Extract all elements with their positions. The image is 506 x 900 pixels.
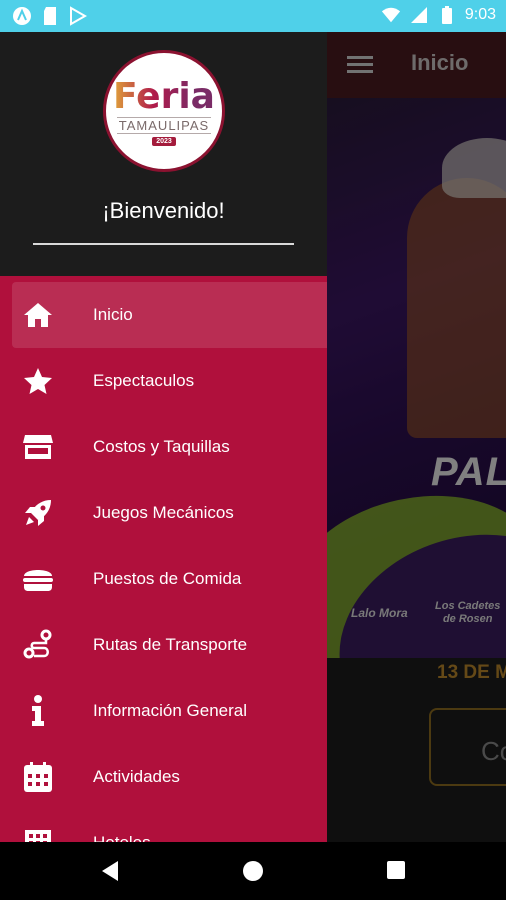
scrim-overlay[interactable] (327, 32, 506, 842)
menu-item-espectaculos[interactable]: Espectaculos (0, 348, 327, 414)
menu-item-puestos-comida[interactable]: Puestos de Comida (0, 546, 327, 612)
system-nav-bar (0, 842, 506, 900)
background-screen: Inicio PAL Lalo Mora Los Cadetes de Rose… (327, 32, 506, 842)
logo-word: Feria (113, 75, 215, 117)
rocket-icon (22, 497, 54, 529)
home-icon (22, 299, 54, 331)
app-a-icon (12, 6, 32, 26)
menu-label: Puestos de Comida (93, 569, 242, 588)
welcome-text: ¡Bienvenido! (102, 198, 225, 223)
welcome-divider (33, 243, 294, 245)
navigation-drawer: Feria TAMAULIPAS 2023 ¡Bienvenido! Inici… (0, 32, 327, 842)
signal-icon (409, 5, 429, 25)
logo-state: TAMAULIPAS (116, 116, 212, 134)
clock: 9:03 (464, 6, 496, 23)
calendar-icon (22, 761, 54, 793)
drawer-menu: Inicio Espectaculos Costos y Taquillas J… (0, 282, 327, 842)
route-icon (22, 629, 54, 661)
wifi-icon (381, 5, 401, 25)
menu-item-rutas-transporte[interactable]: Rutas de Transporte (0, 612, 327, 678)
menu-label: Rutas de Transporte (93, 635, 248, 654)
menu-item-hoteles[interactable]: Hoteles (0, 810, 327, 842)
feria-logo: Feria TAMAULIPAS 2023 (103, 50, 225, 172)
menu-item-juegos-mecanicos[interactable]: Juegos Mecánicos (0, 480, 327, 546)
menu-item-inicio[interactable]: Inicio (12, 282, 327, 348)
menu-label: Espectaculos (93, 371, 195, 390)
play-store-icon (68, 6, 88, 26)
recents-icon[interactable] (386, 860, 406, 885)
menu-label: Información General (93, 701, 248, 720)
menu-label: Costos y Taquillas (93, 437, 230, 456)
menu-item-costos-taquillas[interactable]: Costos y Taquillas (0, 414, 327, 480)
menu-label: Actividades (93, 767, 180, 786)
store-icon (22, 431, 54, 463)
home-circle-icon[interactable] (242, 860, 264, 887)
battery-icon (437, 5, 457, 25)
star-icon (22, 365, 54, 397)
menu-label: Hoteles (93, 833, 151, 842)
hotel-icon (22, 827, 54, 842)
logo-year: 2023 (152, 136, 176, 146)
notification-icons (12, 6, 88, 26)
info-icon (22, 695, 54, 727)
burger-icon (22, 563, 54, 595)
sd-card-icon (40, 6, 60, 26)
system-icons: 9:03 (381, 5, 496, 25)
menu-item-informacion-general[interactable]: Información General (0, 678, 327, 744)
status-bar: 9:03 (0, 0, 506, 32)
back-icon[interactable] (100, 860, 120, 887)
menu-item-actividades[interactable]: Actividades (0, 744, 327, 810)
menu-label: Inicio (93, 305, 133, 324)
menu-label: Juegos Mecánicos (93, 503, 234, 522)
drawer-header: Feria TAMAULIPAS 2023 ¡Bienvenido! (0, 32, 327, 276)
